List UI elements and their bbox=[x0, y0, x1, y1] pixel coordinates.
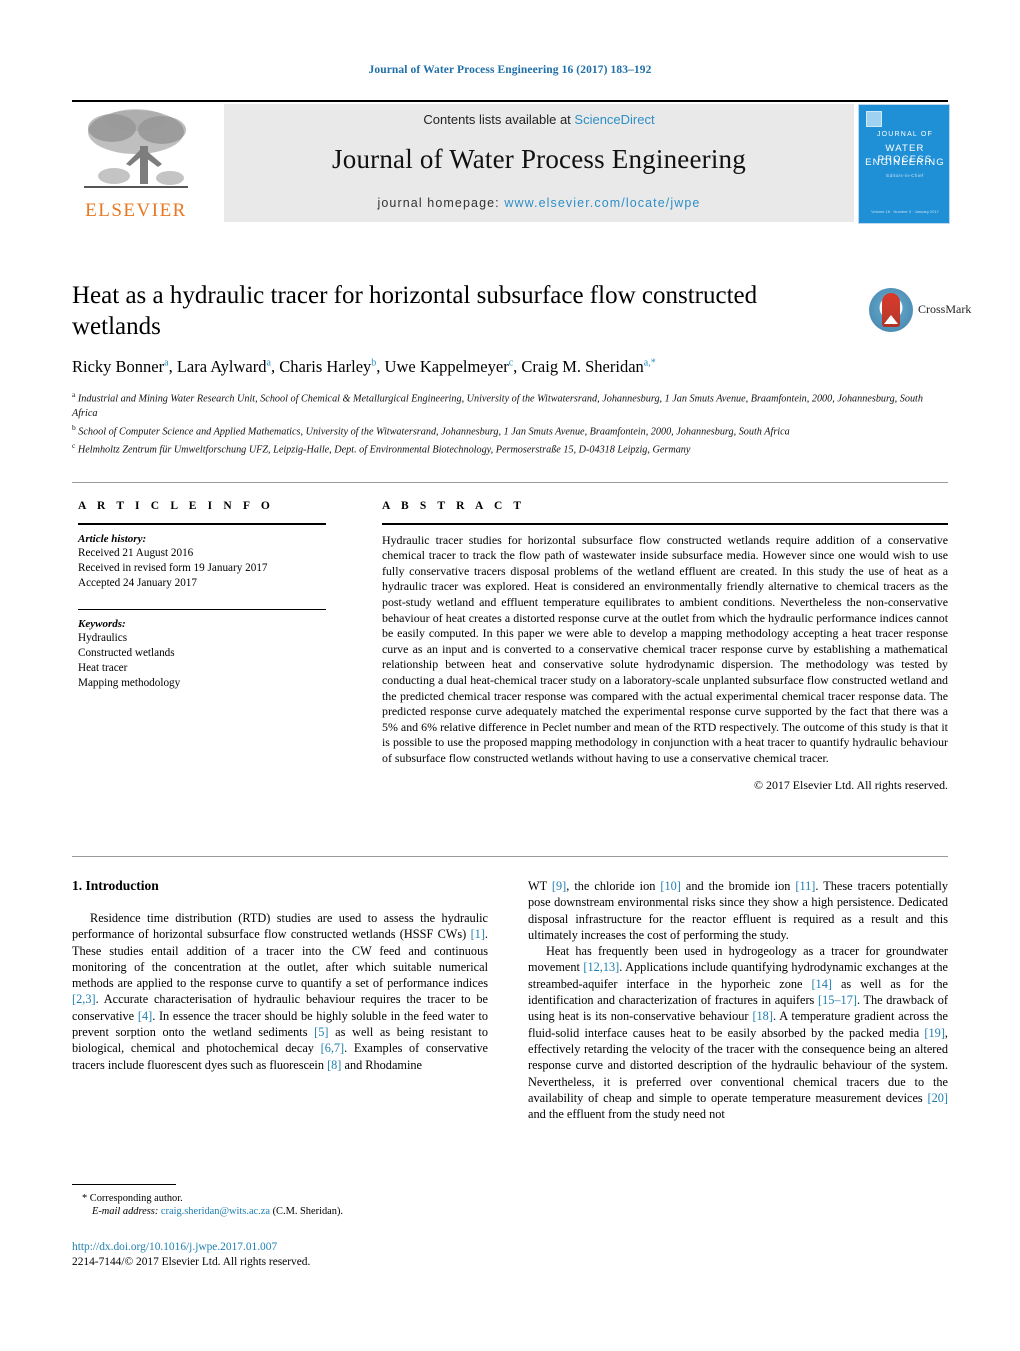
cover-line-3: ENGINEERING bbox=[865, 157, 945, 168]
journal-title: Journal of Water Process Engineering bbox=[332, 144, 746, 174]
contents-prefix: Contents lists available at bbox=[423, 112, 575, 127]
page-title: Heat as a hydraulic tracer for horizonta… bbox=[72, 282, 758, 340]
corresponding-author-note: * Corresponding author. bbox=[82, 1193, 183, 1204]
crossmark-badge-group[interactable]: CrossMark bbox=[869, 288, 971, 336]
paragraph: Residence time distribution (RTD) studie… bbox=[72, 911, 489, 1072]
keyword-item: Hydraulics bbox=[78, 632, 128, 645]
doi-link[interactable]: http://dx.doi.org/10.1016/j.jwpe.2017.01… bbox=[72, 1240, 512, 1255]
keywords-label: Keywords: bbox=[78, 618, 126, 631]
journal-masthead: Contents lists available at ScienceDirec… bbox=[72, 100, 948, 222]
crossmark-arrow-icon bbox=[884, 315, 898, 324]
abstract-text: Hydraulic tracer studies for horizontal … bbox=[382, 532, 948, 765]
contents-available-line: Contents lists available at ScienceDirec… bbox=[224, 112, 854, 127]
article-info-rule bbox=[78, 523, 326, 525]
title-block: Heat as a hydraulic tracer for horizonta… bbox=[72, 280, 862, 342]
article-info-column: A R T I C L E I N F O Article history: R… bbox=[78, 500, 326, 691]
cover-footer: Volume 16 · Number 0 · January 2017 bbox=[871, 209, 939, 214]
abstract-rule bbox=[382, 523, 948, 525]
section-heading-introduction: 1. Introduction bbox=[72, 878, 159, 893]
running-head: Journal of Water Process Engineering 16 … bbox=[368, 64, 652, 76]
elsevier-tree-icon bbox=[84, 109, 188, 188]
email-note: E-mail address: craig.sheridan@wits.ac.z… bbox=[72, 1205, 492, 1218]
crossmark-icon bbox=[869, 288, 913, 332]
info-band-bottom-rule bbox=[72, 856, 948, 857]
footnote-block: * Corresponding author. E-mail address: … bbox=[72, 1192, 492, 1219]
affiliation-a: a Industrial and Mining Water Research U… bbox=[72, 390, 923, 419]
keyword-item: Mapping methodology bbox=[78, 677, 181, 690]
cover-publisher-icon bbox=[866, 111, 882, 127]
paragraph: Heat has frequently been used in hydroge… bbox=[528, 944, 949, 1122]
journal-cover-thumbnail: JOURNAL OF WATER PROCESS ENGINEERING Edi… bbox=[858, 104, 950, 224]
cover-subtitle: Editors-in-Chief bbox=[886, 173, 924, 178]
affiliation-b: b School of Computer Science and Applied… bbox=[72, 422, 790, 438]
elsevier-wordmark: ELSEVIER bbox=[85, 200, 187, 221]
abstract-column: A B S T R A C T Hydraulic tracer studies… bbox=[382, 500, 948, 793]
email-suffix: (C.M. Sheridan). bbox=[270, 1206, 344, 1218]
body-column-right: WT [9], the chloride ion [10] and the br… bbox=[528, 878, 948, 1122]
history-accepted: Accepted 24 January 2017 bbox=[78, 576, 197, 589]
masthead-top-rule bbox=[72, 100, 948, 102]
affiliation-c: c Helmholtz Zentrum für Umweltforschung … bbox=[72, 441, 691, 456]
body-column-left: Residence time distribution (RTD) studie… bbox=[72, 910, 488, 1073]
sciencedirect-link[interactable]: ScienceDirect bbox=[574, 112, 654, 127]
history-received: Received 21 August 2016 bbox=[78, 546, 194, 559]
info-band-top-rule bbox=[72, 482, 948, 483]
email-label: E-mail address: bbox=[92, 1206, 159, 1218]
homepage-prefix: journal homepage: bbox=[377, 196, 505, 210]
abstract-heading: A B S T R A C T bbox=[382, 500, 526, 512]
keyword-item: Constructed wetlands bbox=[78, 647, 175, 660]
abstract-copyright: © 2017 Elsevier Ltd. All rights reserved… bbox=[754, 777, 948, 792]
paragraph: WT [9], the chloride ion [10] and the br… bbox=[528, 879, 948, 942]
elsevier-logo: ELSEVIER bbox=[72, 106, 200, 222]
affiliation-list: a Industrial and Mining Water Research U… bbox=[72, 388, 932, 458]
email-link[interactable]: craig.sheridan@wits.ac.za bbox=[161, 1206, 270, 1217]
article-info-heading: A R T I C L E I N F O bbox=[78, 500, 274, 512]
doi-block: http://dx.doi.org/10.1016/j.jwpe.2017.01… bbox=[72, 1240, 512, 1270]
keywords-rule bbox=[78, 608, 326, 611]
journal-article-page: Journal of Water Process Engineering 16 … bbox=[0, 0, 1020, 1351]
cover-line-1: JOURNAL OF bbox=[876, 131, 934, 138]
history-revised: Received in revised form 19 January 2017 bbox=[78, 561, 268, 574]
footnote-rule bbox=[72, 1184, 176, 1186]
crossmark-label: CrossMark bbox=[918, 302, 972, 316]
journal-homepage-line: journal homepage: www.elsevier.com/locat… bbox=[224, 196, 854, 210]
article-history-label: Article history: bbox=[78, 532, 147, 545]
author-list: Ricky Bonnera, Lara Aylwarda, Charis Har… bbox=[72, 357, 656, 376]
issn-copyright-line: 2214-7144/© 2017 Elsevier Ltd. All right… bbox=[72, 1256, 311, 1268]
keyword-item: Heat tracer bbox=[78, 662, 128, 675]
journal-homepage-link[interactable]: www.elsevier.com/locate/jwpe bbox=[504, 196, 700, 210]
